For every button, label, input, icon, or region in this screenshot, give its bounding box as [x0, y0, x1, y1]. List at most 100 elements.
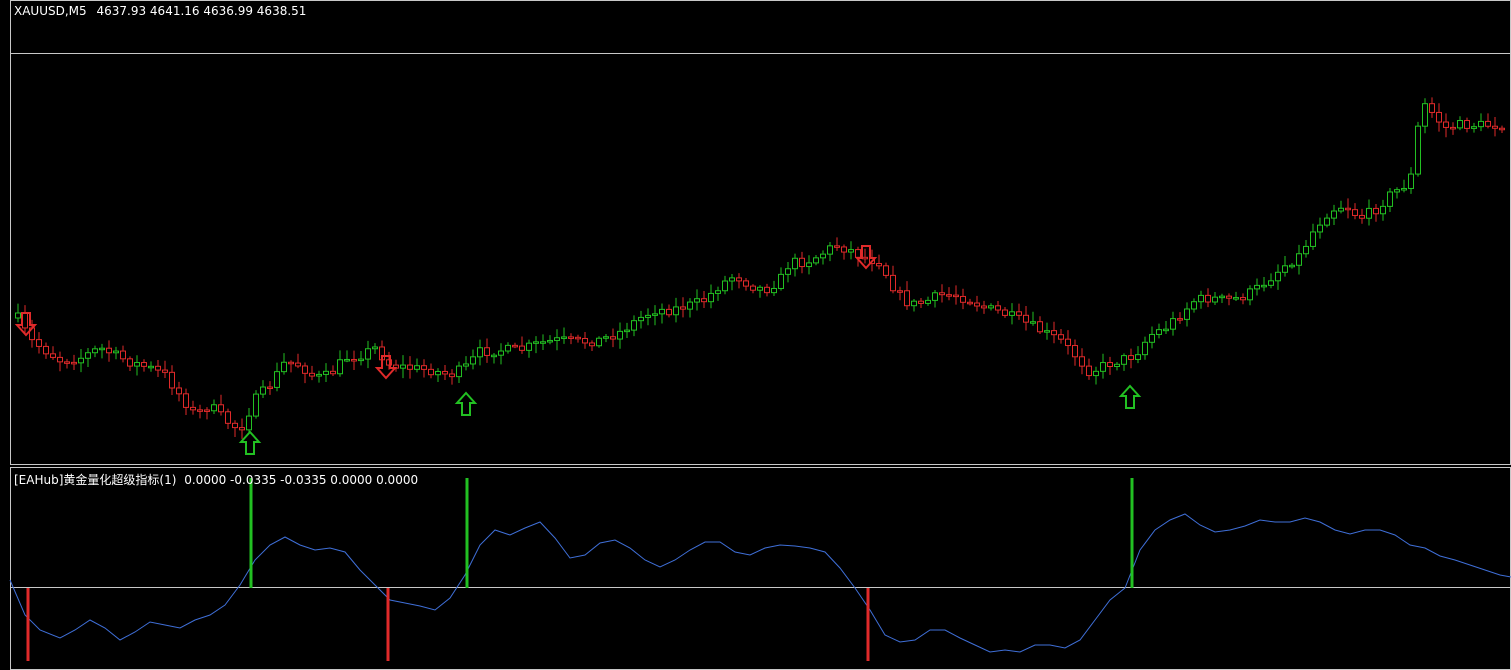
candle-body	[260, 386, 266, 395]
candle-body	[148, 365, 154, 369]
candle-body	[792, 257, 798, 270]
candle-body	[183, 393, 189, 408]
candle-body	[155, 365, 161, 371]
candle-body	[757, 286, 763, 291]
candle-body	[295, 362, 301, 367]
candle-body	[1464, 120, 1470, 129]
candle-body	[764, 286, 770, 294]
candle-body	[862, 256, 868, 260]
candle-body	[253, 393, 259, 417]
candle-body	[463, 363, 469, 367]
candle-body	[330, 370, 336, 375]
candle-body	[1149, 333, 1155, 343]
candle-body	[638, 316, 644, 322]
candle-body	[1485, 120, 1491, 127]
candle-body	[519, 345, 525, 351]
candle-body	[1247, 288, 1253, 301]
candle-body	[1037, 321, 1043, 333]
candle-body	[1373, 207, 1379, 215]
candle-body	[911, 300, 917, 307]
candle-body	[288, 361, 294, 365]
ohlc-readout: 4637.93 4641.16 4636.99 4638.51	[96, 4, 307, 18]
candle-body	[225, 411, 231, 424]
candle-body	[876, 263, 882, 267]
candle-body	[1422, 103, 1428, 127]
candle-body	[246, 415, 252, 431]
candle-body	[134, 362, 140, 367]
candle-body	[1387, 191, 1393, 207]
candle-body	[1268, 280, 1274, 286]
candle-body	[743, 280, 749, 287]
candle-body	[1282, 265, 1288, 273]
candle-body	[1331, 210, 1337, 219]
candle-body	[435, 370, 441, 376]
candle-body	[1338, 207, 1344, 212]
candle-body	[1324, 217, 1330, 226]
candle-body	[890, 274, 896, 292]
candle-body	[1219, 295, 1225, 299]
candle-body	[407, 364, 413, 370]
indicator-name: [EAHub]黄金量化超级指标(1)	[14, 473, 177, 487]
chart-window[interactable]: XAUUSD,M5 4637.93 4641.16 4636.99 4638.5…	[0, 0, 1511, 670]
candle-body	[1114, 363, 1120, 367]
candle-body	[1135, 354, 1141, 360]
indicator-header: [EAHub]黄金量化超级指标(1) 0.0000 -0.0335 -0.033…	[14, 471, 418, 488]
candle-body	[64, 361, 70, 364]
candle-body	[204, 409, 210, 412]
candle-body	[750, 285, 756, 291]
candle-body	[722, 280, 728, 292]
candle-body	[1492, 125, 1498, 129]
candle-body	[498, 350, 504, 356]
candle-body	[603, 336, 609, 339]
candle-body	[1044, 330, 1050, 333]
candle-body	[540, 341, 546, 344]
candle-body	[666, 308, 672, 316]
candle-body	[904, 290, 910, 307]
candle-body	[1429, 103, 1435, 113]
candle-body	[645, 314, 651, 318]
candle-body	[1058, 334, 1064, 340]
candle-body	[1352, 209, 1358, 216]
candle-body	[1170, 318, 1176, 330]
candle-body	[1261, 284, 1267, 288]
candle-body	[190, 406, 196, 411]
chart-canvas[interactable]	[0, 0, 1511, 670]
candle-body	[813, 257, 819, 264]
candle-body	[309, 372, 315, 377]
candle-body	[925, 299, 931, 304]
candle-body	[708, 292, 714, 303]
candle-body	[337, 359, 343, 375]
candle-body	[624, 329, 630, 333]
candle-body	[85, 352, 91, 359]
candle-body	[15, 312, 21, 319]
candle-body	[1457, 120, 1463, 129]
candle-body	[491, 354, 497, 358]
candle-body	[127, 358, 133, 367]
candle-body	[1163, 328, 1169, 332]
candle-body	[806, 262, 812, 268]
candle-body	[470, 356, 476, 365]
candle-body	[533, 341, 539, 344]
candle-body	[687, 301, 693, 310]
candle-body	[967, 301, 973, 305]
candle-body	[1205, 294, 1211, 303]
candle-body	[554, 337, 560, 341]
candle-body	[484, 347, 490, 356]
candle-body	[512, 344, 518, 348]
candle-body	[176, 387, 182, 395]
candle-body	[477, 347, 483, 358]
candle-body	[281, 361, 287, 373]
candle-body	[827, 245, 833, 255]
candle-body	[1408, 173, 1414, 189]
candle-body	[582, 338, 588, 344]
candle-body	[974, 302, 980, 307]
candle-body	[1415, 125, 1421, 175]
candle-body	[1401, 187, 1407, 191]
candle-body	[456, 365, 462, 378]
candle-body	[1226, 295, 1232, 299]
candle-body	[1359, 214, 1365, 219]
candle-body	[365, 348, 371, 360]
candle-body	[218, 404, 224, 413]
candle-body	[596, 337, 602, 347]
candle-body	[932, 292, 938, 301]
